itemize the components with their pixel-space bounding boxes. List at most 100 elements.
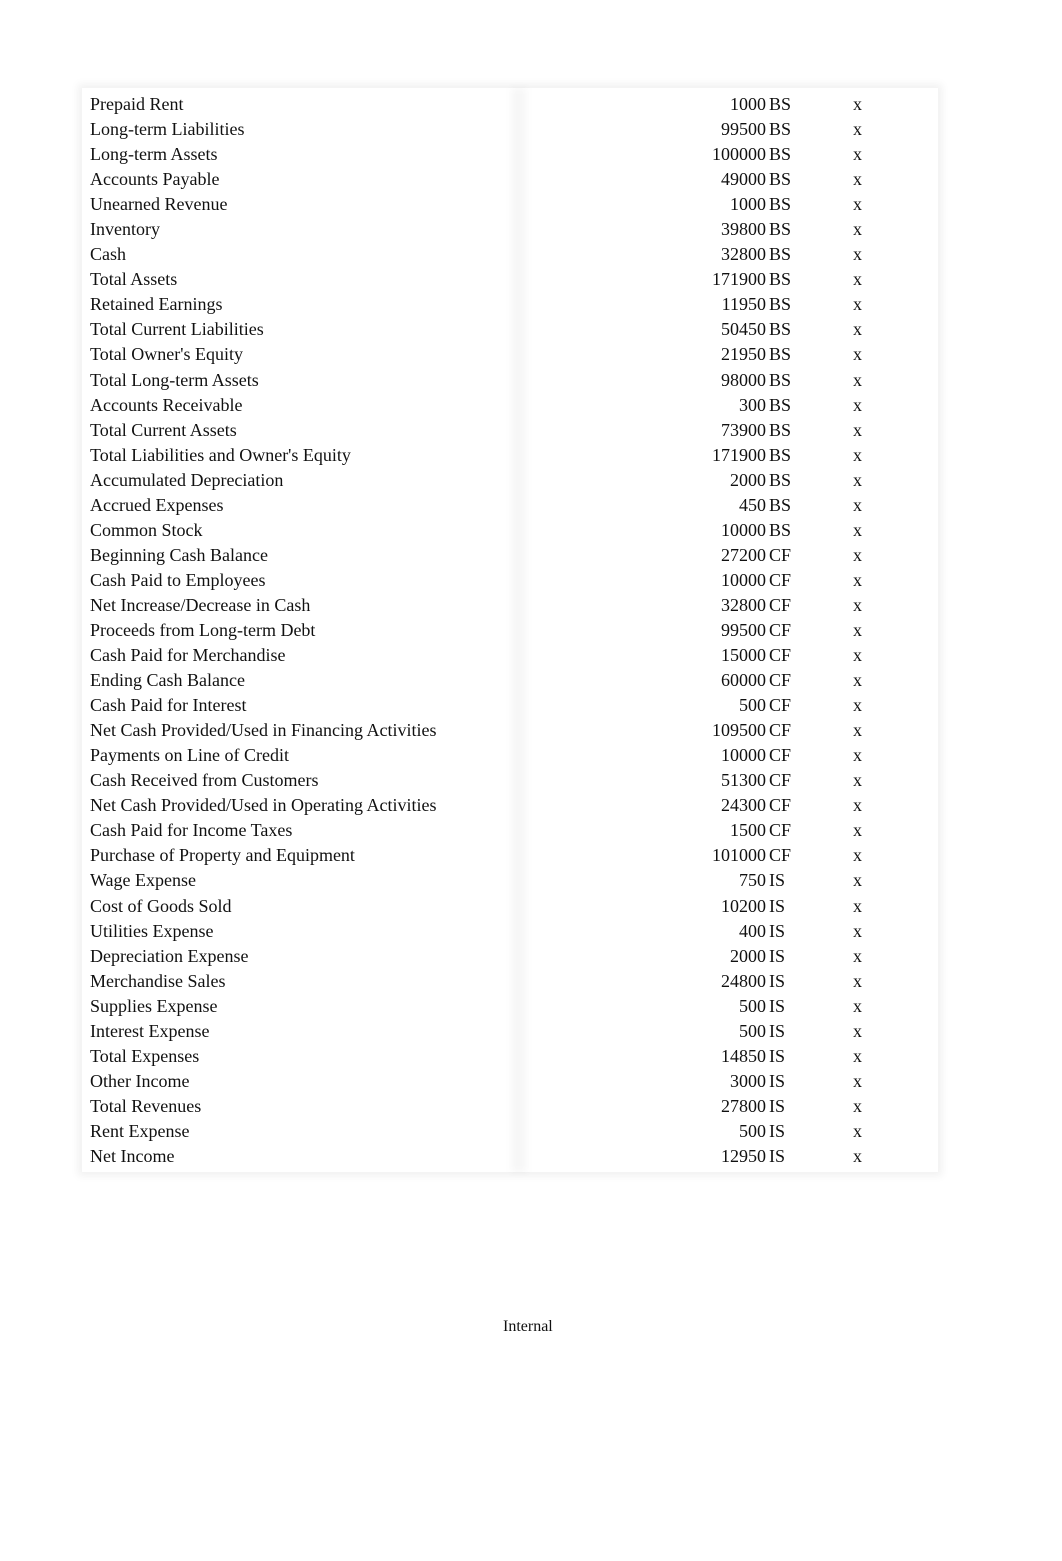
statement-code: CF	[769, 645, 792, 666]
check-mark: x	[853, 770, 862, 791]
statement-code: IS	[769, 1045, 786, 1066]
account-label: Payments on Line of Credit	[90, 745, 289, 766]
check-mark: x	[853, 344, 862, 365]
check-mark: x	[853, 895, 862, 916]
check-mark: x	[853, 219, 862, 240]
check-mark: x	[853, 1145, 862, 1166]
amount-cell: 10000	[721, 745, 766, 766]
statement-code: IS	[769, 945, 786, 966]
account-label: Net Increase/Decrease in Cash	[90, 594, 311, 615]
amount-cell: 2000	[730, 945, 766, 966]
amount-cell: 450	[739, 494, 766, 515]
account-label: Total Long-term Assets	[90, 369, 259, 390]
amount-cell: 27800	[721, 1095, 766, 1116]
account-label: Cash Paid for Merchandise	[90, 645, 286, 666]
amount-cell: 500	[739, 995, 766, 1016]
statement-code: BS	[769, 244, 792, 265]
amount-cell: 10000	[721, 519, 766, 540]
check-mark: x	[853, 294, 862, 315]
account-label: Net Cash Provided/Used in Financing Acti…	[90, 720, 437, 741]
amount-cell: 14850	[721, 1045, 766, 1066]
check-mark: x	[853, 745, 862, 766]
amount-cell: 500	[739, 695, 766, 716]
amount-cell: 60000	[721, 670, 766, 691]
check-mark: x	[853, 194, 862, 215]
statement-code: BS	[769, 169, 792, 190]
check-mark: x	[853, 519, 862, 540]
statement-code: CF	[769, 820, 792, 841]
amount-cell: 101000	[712, 845, 766, 866]
statement-code: CF	[769, 569, 792, 590]
account-label: Inventory	[90, 219, 160, 240]
statement-code: CF	[769, 745, 792, 766]
statement-code: IS	[769, 1120, 786, 1141]
statement-code: CF	[769, 619, 792, 640]
account-label: Net Cash Provided/Used in Operating Acti…	[90, 795, 437, 816]
statement-code: BS	[769, 194, 792, 215]
amount-cell: 500	[739, 1120, 766, 1141]
check-mark: x	[853, 820, 862, 841]
account-label: Cash Paid for Interest	[90, 695, 247, 716]
amount-cell: 15000	[721, 645, 766, 666]
statement-code: BS	[769, 144, 792, 165]
statement-code: BS	[769, 94, 792, 114]
account-label: Accounts Receivable	[90, 394, 243, 415]
account-label: Utilities Expense	[90, 920, 214, 941]
check-mark: x	[853, 444, 862, 465]
amount-cell: 10200	[721, 895, 766, 916]
amount-cell: 24800	[721, 970, 766, 991]
amount-cell: 32800	[721, 594, 766, 615]
account-label: Retained Earnings	[90, 294, 223, 315]
amount-cell: 10000	[721, 569, 766, 590]
amount-cell: 100000	[712, 144, 766, 165]
account-label: Total Expenses	[90, 1045, 200, 1066]
account-label: Ending Cash Balance	[90, 670, 245, 691]
check-mark: x	[853, 995, 862, 1016]
check-mark: x	[853, 319, 862, 340]
amount-cell: 1500	[730, 820, 766, 841]
amount-cell: 50450	[721, 319, 766, 340]
statement-code: BS	[769, 444, 792, 465]
check-mark: x	[853, 569, 862, 590]
account-label: Total Current Assets	[90, 419, 237, 440]
check-mark: x	[853, 469, 862, 490]
statement-code: CF	[769, 594, 792, 615]
statement-code: BS	[769, 269, 792, 290]
check-mark: x	[853, 1045, 862, 1066]
check-mark: x	[853, 419, 862, 440]
statement-code: CF	[769, 695, 792, 716]
account-label: Total Assets	[90, 269, 178, 290]
account-label: Long-term Assets	[90, 144, 218, 165]
amount-cell: 21950	[721, 344, 766, 365]
amount-cell: 3000	[730, 1070, 766, 1091]
statement-code: BS	[769, 419, 792, 440]
account-label: Purchase of Property and Equipment	[90, 845, 355, 866]
statement-code: BS	[769, 369, 792, 390]
account-label: Proceeds from Long-term Debt	[90, 619, 316, 640]
account-label: Net Income	[90, 1145, 175, 1166]
account-label: Accounts Payable	[90, 169, 220, 190]
amount-cell: 99500	[721, 619, 766, 640]
statement-code: IS	[769, 1070, 786, 1091]
check-mark: x	[853, 870, 862, 891]
statement-code: BS	[769, 519, 792, 540]
statement-code: IS	[769, 970, 786, 991]
account-label: Cash	[90, 244, 126, 265]
statement-code: BS	[769, 494, 792, 515]
statement-code: IS	[769, 920, 786, 941]
check-mark: x	[853, 94, 862, 114]
amount-cell: 27200	[721, 544, 766, 565]
amount-cell: 49000	[721, 169, 766, 190]
amount-cell: 109500	[712, 720, 766, 741]
amount-cell: 300	[739, 394, 766, 415]
account-label: Cost of Goods Sold	[90, 895, 232, 916]
account-label: Accumulated Depreciation	[90, 469, 284, 490]
amount-cell: 24300	[721, 795, 766, 816]
statement-code: BS	[769, 294, 792, 315]
amount-cell: 1000	[730, 194, 766, 215]
check-mark: x	[853, 845, 862, 866]
amount-cell: 32800	[721, 244, 766, 265]
statement-code: IS	[769, 895, 786, 916]
amount-cell: 500	[739, 1020, 766, 1041]
statement-code: BS	[769, 219, 792, 240]
